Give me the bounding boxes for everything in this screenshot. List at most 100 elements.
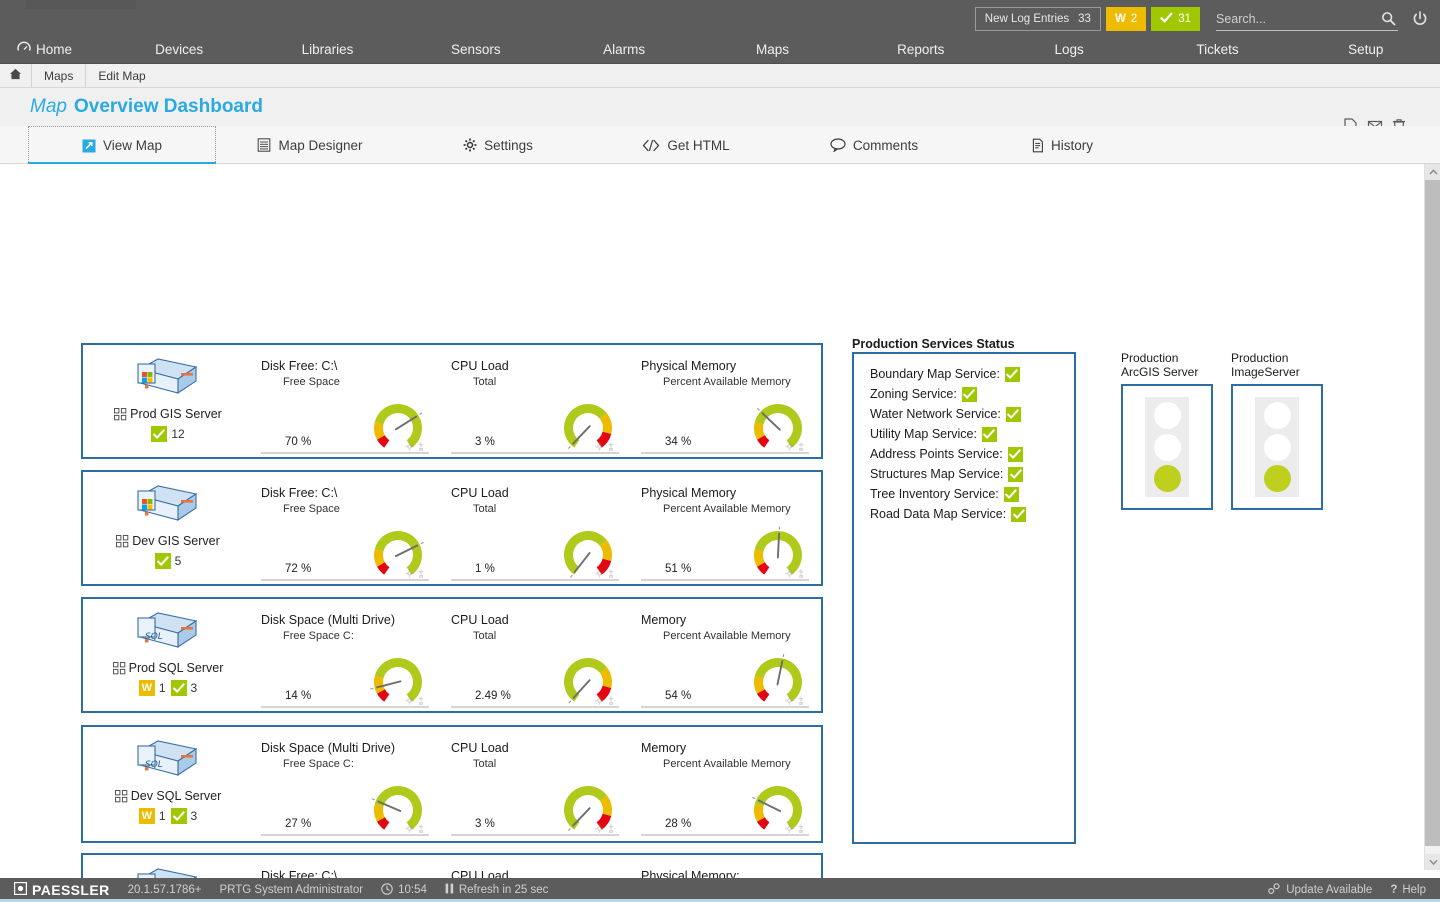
service-status-row[interactable]: Zoning Service:: [870, 384, 1074, 404]
gauge-tools-icons[interactable]: [595, 442, 615, 451]
gauge-tools-icons[interactable]: [595, 696, 615, 705]
sensor-block[interactable]: CPU LoadTotal75 %: [443, 855, 633, 878]
tab-view-map[interactable]: View Map: [28, 126, 216, 165]
device-card[interactable]: Prod Image Server4Disk Free: C:\Free Spa…: [81, 853, 823, 878]
device-card[interactable]: Dev GIS Server 5 Disk Free: C:\ Free Space 7…: [81, 470, 823, 586]
nav-item-logs[interactable]: Logs: [995, 36, 1143, 62]
sensor-block[interactable]: Disk Space (Multi Drive) Free Space C: 27 …: [253, 727, 443, 841]
sensor-body: 70 %: [261, 392, 435, 454]
gauge-tools-icons[interactable]: [405, 569, 425, 578]
gauge-tools-icons[interactable]: [785, 569, 805, 578]
nav-item-home[interactable]: Home: [0, 36, 105, 62]
new-log-entries-button[interactable]: New Log Entries 33: [974, 7, 1101, 31]
device-name-row[interactable]: Dev SQL Server: [114, 789, 221, 803]
user-label: PRTG System Administrator: [219, 884, 364, 896]
status-badge-warn[interactable]: W1: [138, 808, 166, 824]
sensor-block[interactable]: CPU Load Total 2.49 %: [443, 599, 633, 711]
nav-item-label: Maps: [755, 41, 789, 57]
status-badge-count: 3: [190, 809, 198, 823]
check-icon: [151, 426, 168, 442]
warning-letter-icon: W: [138, 680, 155, 696]
sensor-block[interactable]: Physical Memory:Percent Available Memory…: [633, 855, 823, 878]
device-name: Prod GIS Server: [130, 407, 222, 421]
warning-badge[interactable]: W 2: [1105, 7, 1147, 31]
sensor-block[interactable]: Disk Space (Multi Drive) Free Space C: 14 …: [253, 599, 443, 711]
nav-item-devices[interactable]: Devices: [105, 36, 253, 62]
pause-icon[interactable]: [445, 883, 454, 897]
nav-item-alarms[interactable]: Alarms: [550, 36, 698, 62]
service-status-row[interactable]: Utility Map Service:: [870, 424, 1074, 444]
search-input[interactable]: [1216, 11, 1366, 26]
nav-item-tickets[interactable]: Tickets: [1143, 36, 1291, 62]
sensor-block[interactable]: CPU Load Total 3 %: [443, 345, 633, 457]
tab-map-designer[interactable]: Map Designer: [216, 126, 404, 164]
tab-settings[interactable]: Settings: [404, 126, 592, 164]
gauge-tools-icons[interactable]: [785, 442, 805, 451]
service-status-row[interactable]: Water Network Service:: [870, 404, 1074, 424]
gauge-tools-icons[interactable]: [405, 696, 425, 705]
sensor-divider: [451, 834, 619, 836]
gauge-tools-icons[interactable]: [595, 824, 615, 833]
sensor-block[interactable]: Memory Percent Available Memory 28 %: [633, 727, 823, 841]
tab-get-html[interactable]: Get HTML: [592, 126, 780, 164]
nav-item-setup[interactable]: Setup: [1292, 36, 1440, 62]
status-badge-ok[interactable]: 3: [170, 680, 197, 696]
help-link[interactable]: ? Help: [1390, 884, 1426, 896]
sensor-block[interactable]: Disk Free: C:\Free Space31 %: [253, 855, 443, 878]
status-badge-warn[interactable]: W1: [138, 680, 166, 696]
device-card[interactable]: SQL Dev SQL Server W 1 3 Disk Space (Multi Dr…: [81, 725, 823, 843]
map-scrollbar[interactable]: [1424, 164, 1440, 870]
scroll-down-button[interactable]: [1425, 854, 1440, 870]
breadcrumb-item-edit-map[interactable]: Edit Map: [86, 64, 157, 88]
status-badge-ok[interactable]: 12: [151, 426, 185, 442]
sensor-block[interactable]: Disk Free: C:\ Free Space 70 %: [253, 345, 443, 457]
power-icon[interactable]: [1412, 11, 1428, 27]
service-status-row[interactable]: Tree Inventory Service:: [870, 484, 1074, 504]
gauge-tools-icons[interactable]: [785, 824, 805, 833]
gauge-tools-icons[interactable]: [595, 569, 615, 578]
service-status-row[interactable]: Road Data Map Service:: [870, 504, 1074, 524]
service-status-row[interactable]: Address Points Service:: [870, 444, 1074, 464]
gauge-tools-icons[interactable]: [405, 442, 425, 451]
status-badge-ok[interactable]: 5: [154, 553, 181, 569]
gauge-tools-icons[interactable]: [405, 824, 425, 833]
device-card[interactable]: SQL Prod SQL Server W 1 3 Disk Space (Multi D…: [81, 597, 823, 713]
device-name-row[interactable]: Prod GIS Server: [114, 407, 222, 421]
nav-item-libraries[interactable]: Libraries: [253, 36, 401, 62]
refresh-group[interactable]: Refresh in 25 sec: [445, 883, 548, 897]
breadcrumb-home[interactable]: [0, 63, 32, 88]
nav-item-maps[interactable]: Maps: [698, 36, 846, 62]
sensor-block[interactable]: CPU Load Total 3 %: [443, 727, 633, 841]
gauge-tools-icons[interactable]: [785, 696, 805, 705]
ok-badge[interactable]: 31: [1151, 7, 1200, 31]
device-name-row[interactable]: Prod SQL Server: [112, 661, 223, 675]
check-icon: [1003, 486, 1019, 502]
service-status-row[interactable]: Structures Map Service:: [870, 464, 1074, 484]
scroll-up-button[interactable]: [1425, 164, 1440, 180]
service-status-row[interactable]: Boundary Map Service:: [870, 364, 1074, 384]
tab-history[interactable]: History: [968, 126, 1156, 164]
scrollbar-thumb[interactable]: [1425, 180, 1440, 846]
device-summary: Prod Image Server4: [83, 855, 253, 878]
update-available-link[interactable]: Update Available: [1267, 882, 1372, 898]
breadcrumb-item-maps[interactable]: Maps: [32, 63, 87, 88]
sensor-block[interactable]: Disk Free: C:\ Free Space 72 %: [253, 472, 443, 584]
sensor-block[interactable]: Memory Percent Available Memory 54 %: [633, 599, 823, 711]
sensor-block[interactable]: CPU Load Total 1 %: [443, 472, 633, 584]
nav-item-label: Tickets: [1196, 41, 1239, 57]
device-name-row[interactable]: Dev GIS Server: [116, 534, 220, 548]
sensor-block[interactable]: Physical Memory Percent Available Memory 3…: [633, 345, 823, 457]
status-badge-ok[interactable]: 3: [170, 808, 198, 824]
sensor-body: 3 %: [451, 392, 625, 454]
traffic-light-widget[interactable]: Production ImageServer: [1231, 351, 1323, 510]
search-icon[interactable]: [1381, 11, 1396, 26]
search-box[interactable]: [1216, 7, 1398, 31]
tab-comments[interactable]: Comments: [780, 126, 968, 164]
sensor-divider: [261, 452, 429, 454]
sensor-block[interactable]: Physical Memory Percent Available Memory 5…: [633, 472, 823, 584]
nav-item-reports[interactable]: Reports: [847, 36, 995, 62]
traffic-light-widget[interactable]: Production ArcGIS Server: [1121, 351, 1213, 510]
device-card[interactable]: Prod GIS Server 12 Disk Free: C:\ Free Spac…: [81, 343, 823, 459]
gauge-icon: [17, 41, 31, 58]
nav-item-sensors[interactable]: Sensors: [402, 36, 550, 62]
